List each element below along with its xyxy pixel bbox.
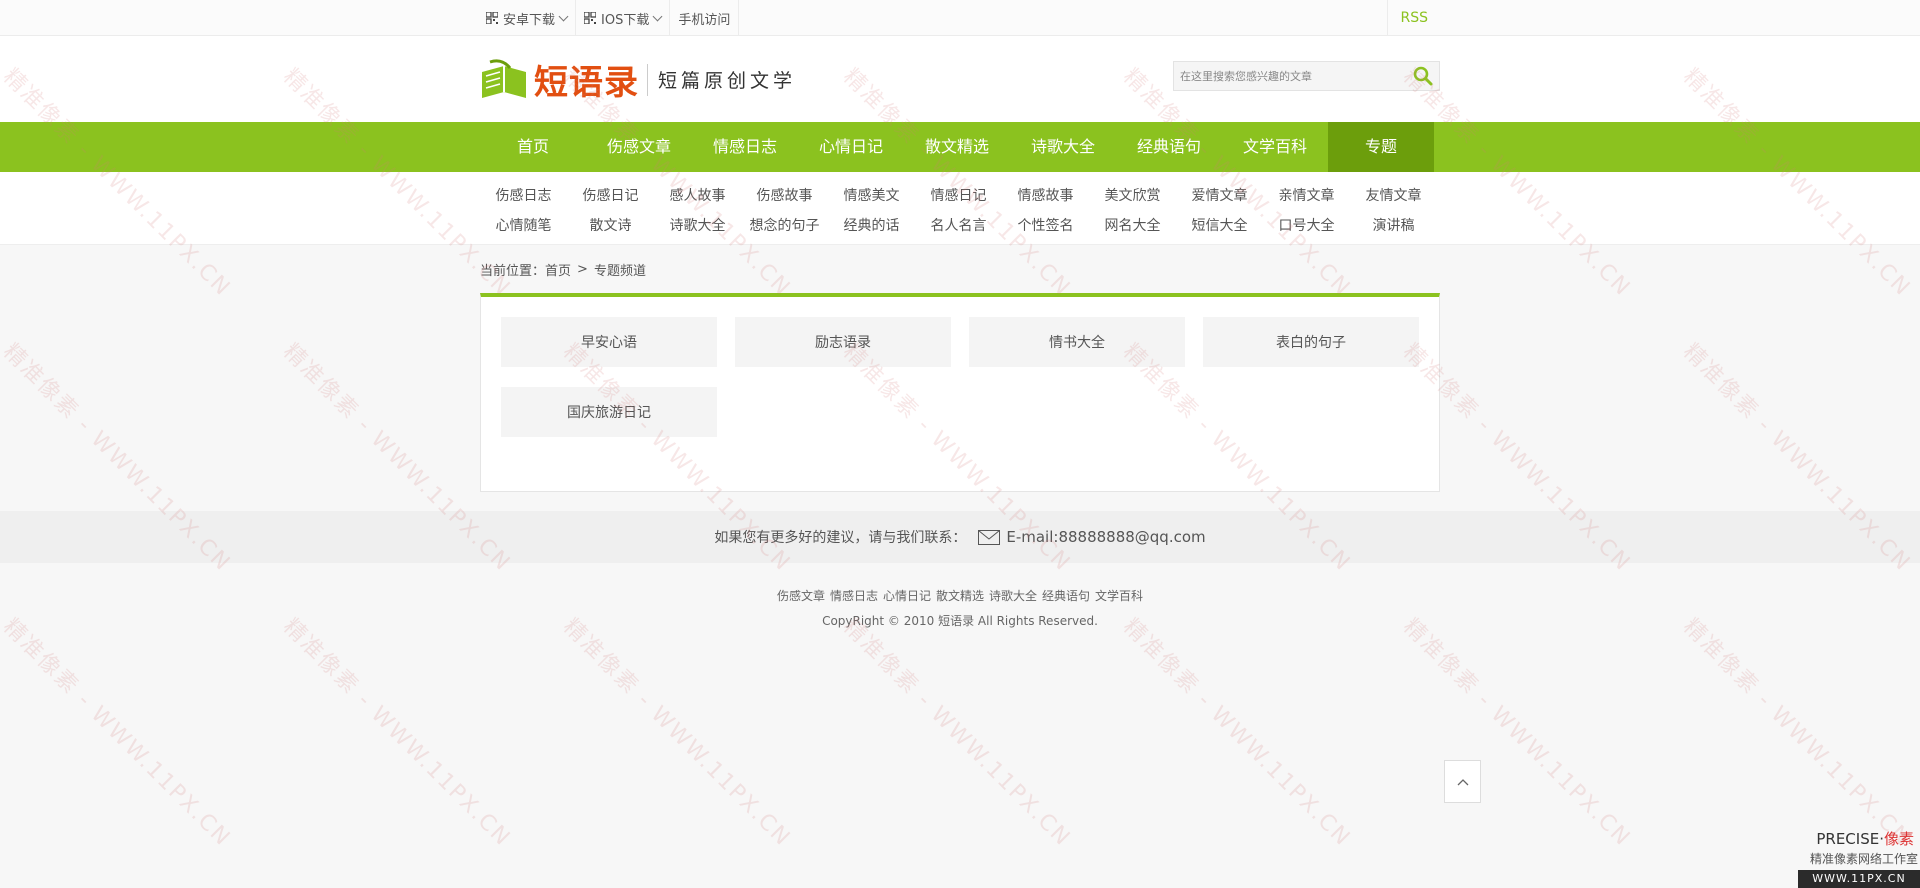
sub-nav-item[interactable]: 伤感日志 (480, 185, 567, 205)
footer-link[interactable]: 伤感文章 (777, 587, 825, 604)
search-icon (1413, 66, 1433, 86)
sub-nav-item[interactable]: 短信大全 (1176, 215, 1263, 235)
watermark-text: 精准像素 - WWW.11PX.CN (1398, 614, 1636, 852)
topics-grid: 早安心语 励志语录 情书大全 表白的句子 国庆旅游日记 (501, 317, 1419, 457)
footer-link[interactable]: 心情日记 (883, 587, 931, 604)
nav-item-prose[interactable]: 散文精选 (904, 122, 1010, 172)
nav-item-sad-articles[interactable]: 伤感文章 (586, 122, 692, 172)
watermark-text: 精准像素 - WWW.11PX.CN (558, 614, 796, 852)
chevron-down-icon (652, 11, 663, 21)
sub-nav-item[interactable]: 网名大全 (1089, 215, 1176, 235)
sub-nav-item[interactable]: 演讲稿 (1350, 215, 1437, 235)
breadcrumb: 当前位置： 首页 > 专题频道 (480, 245, 1440, 293)
contact-email[interactable]: E-mail:88888888@qq.com (1006, 528, 1205, 546)
footer-link[interactable]: 文学百科 (1095, 587, 1143, 604)
nav-item-home[interactable]: 首页 (480, 122, 586, 172)
sub-nav-item[interactable]: 诗歌大全 (654, 215, 741, 235)
contact-band: 如果您有更多好的建议，请与我们联系： E-mail:88888888@qq.co… (0, 511, 1920, 563)
rss-link[interactable]: RSS (1387, 0, 1440, 36)
back-to-top-button[interactable] (1444, 760, 1481, 803)
sub-nav-item[interactable]: 伤感日记 (567, 185, 654, 205)
breadcrumb-prefix: 当前位置： (480, 263, 546, 279)
sub-nav-item[interactable]: 心情随笔 (480, 215, 567, 235)
mobile-visit-label: 手机访问 (678, 12, 731, 28)
nav-item-literature-wiki[interactable]: 文学百科 (1222, 122, 1328, 172)
topic-card[interactable]: 国庆旅游日记 (501, 387, 717, 437)
ios-download-link[interactable]: IOS下载 (576, 0, 671, 36)
nav-item-topics[interactable]: 专题 (1328, 122, 1434, 172)
logo-title: 短语录 (534, 63, 639, 103)
android-download-label: 安卓下载 (503, 12, 556, 28)
qr-code-icon (584, 12, 597, 24)
contact-text: 如果您有更多好的建议，请与我们联系： (714, 530, 967, 546)
sub-nav-item[interactable]: 情感日记 (915, 185, 1002, 205)
breadcrumb-home-link[interactable]: 首页 (545, 260, 571, 279)
top-bar: 安卓下载 IOS下载 手机访问 RSS (0, 0, 1920, 36)
sub-nav-row-2: 心情随笔 散文诗 诗歌大全 想念的句子 经典的话 名人名言 个性签名 网名大全 … (480, 210, 1440, 240)
sub-nav-item[interactable]: 爱情文章 (1176, 185, 1263, 205)
logo-subtitle: 短篇原创文学 (658, 70, 797, 92)
copyright: CopyRight © 2010 短语录 All Rights Reserved… (822, 614, 1098, 628)
sub-nav-item[interactable]: 名人名言 (915, 215, 1002, 235)
sub-nav-item[interactable]: 伤感故事 (741, 185, 828, 205)
nav-item-mood-diary[interactable]: 心情日记 (798, 122, 904, 172)
sub-nav-item[interactable]: 个性签名 (1002, 215, 1089, 235)
mail-icon (978, 529, 1001, 545)
footer-links: 伤感文章 情感日志 心情日记 散文精选 诗歌大全 经典语句 文学百科 (0, 587, 1920, 604)
watermark-text: 精准像素 - WWW.11PX.CN (838, 614, 1076, 852)
search-input[interactable] (1174, 62, 1407, 90)
topic-card[interactable]: 早安心语 (501, 317, 717, 367)
search-button[interactable] (1407, 62, 1439, 90)
footer-link[interactable]: 诗歌大全 (989, 587, 1037, 604)
open-book-icon (482, 58, 526, 98)
nav-item-classic-quotes[interactable]: 经典语句 (1116, 122, 1222, 172)
sub-nav-item[interactable]: 口号大全 (1263, 215, 1350, 235)
sub-nav-item[interactable]: 感人故事 (654, 185, 741, 205)
search-box (1173, 61, 1440, 91)
topic-card[interactable]: 励志语录 (735, 317, 951, 367)
footer-link[interactable]: 散文精选 (936, 587, 984, 604)
sub-nav: 伤感日志 伤感日记 感人故事 伤感故事 情感美文 情感日记 情感故事 美文欣赏 … (0, 172, 1920, 245)
header: 短语录 短篇原创文学 (0, 36, 1920, 122)
sub-nav-item[interactable]: 情感美文 (828, 185, 915, 205)
android-download-link[interactable]: 安卓下载 (480, 0, 577, 36)
sub-nav-item[interactable]: 散文诗 (567, 215, 654, 235)
footer-link[interactable]: 经典语句 (1042, 587, 1090, 604)
breadcrumb-current: 专题频道 (593, 263, 646, 279)
footer: 伤感文章 情感日志 心情日记 散文精选 诗歌大全 经典语句 文学百科 CopyR… (0, 563, 1920, 629)
corner-url: WWW.11PX.CN (1798, 870, 1920, 888)
chevron-down-icon (558, 11, 569, 21)
watermark-text: 精准像素 - WWW.11PX.CN (1678, 614, 1916, 852)
site-logo[interactable]: 短语录 短篇原创文学 (480, 55, 796, 104)
topics-panel: 早安心语 励志语录 情书大全 表白的句子 国庆旅游日记 (480, 293, 1440, 492)
logo-divider (647, 63, 648, 96)
qr-code-icon (486, 12, 498, 24)
topic-card[interactable]: 情书大全 (969, 317, 1185, 367)
sub-nav-item[interactable]: 亲情文章 (1263, 185, 1350, 205)
sub-nav-item[interactable]: 友情文章 (1350, 185, 1437, 205)
chevron-up-icon (1457, 778, 1468, 785)
watermark-text: 精准像素 - WWW.11PX.CN (278, 614, 516, 852)
sub-nav-item[interactable]: 经典的话 (828, 215, 915, 235)
sub-nav-row-1: 伤感日志 伤感日记 感人故事 伤感故事 情感美文 情感日记 情感故事 美文欣赏 … (480, 180, 1440, 210)
topic-card[interactable]: 表白的句子 (1203, 317, 1419, 367)
ios-download-label: IOS下载 (601, 12, 650, 28)
corner-brand: PRECISE·像素 (1816, 830, 1914, 848)
nav-item-emotion-logs[interactable]: 情感日志 (692, 122, 798, 172)
corner-studio: 精准像素网络工作室 (1809, 852, 1918, 866)
sub-nav-item[interactable]: 美文欣赏 (1089, 185, 1176, 205)
main-nav: 首页 伤感文章 情感日志 心情日记 散文精选 诗歌大全 经典语句 文学百科 专题 (0, 122, 1920, 172)
nav-item-poetry[interactable]: 诗歌大全 (1010, 122, 1116, 172)
sub-nav-item[interactable]: 情感故事 (1002, 185, 1089, 205)
breadcrumb-separator: > (577, 261, 588, 277)
mobile-visit-link[interactable]: 手机访问 (670, 0, 740, 36)
watermark-text: 精准像素 - WWW.11PX.CN (1118, 614, 1356, 852)
corner-badge: PRECISE·像素 精准像素网络工作室 WWW.11PX.CN (1798, 826, 1920, 888)
watermark-text: 精准像素 - WWW.11PX.CN (0, 614, 236, 852)
sub-nav-item[interactable]: 想念的句子 (741, 215, 828, 235)
footer-link[interactable]: 情感日志 (830, 587, 878, 604)
